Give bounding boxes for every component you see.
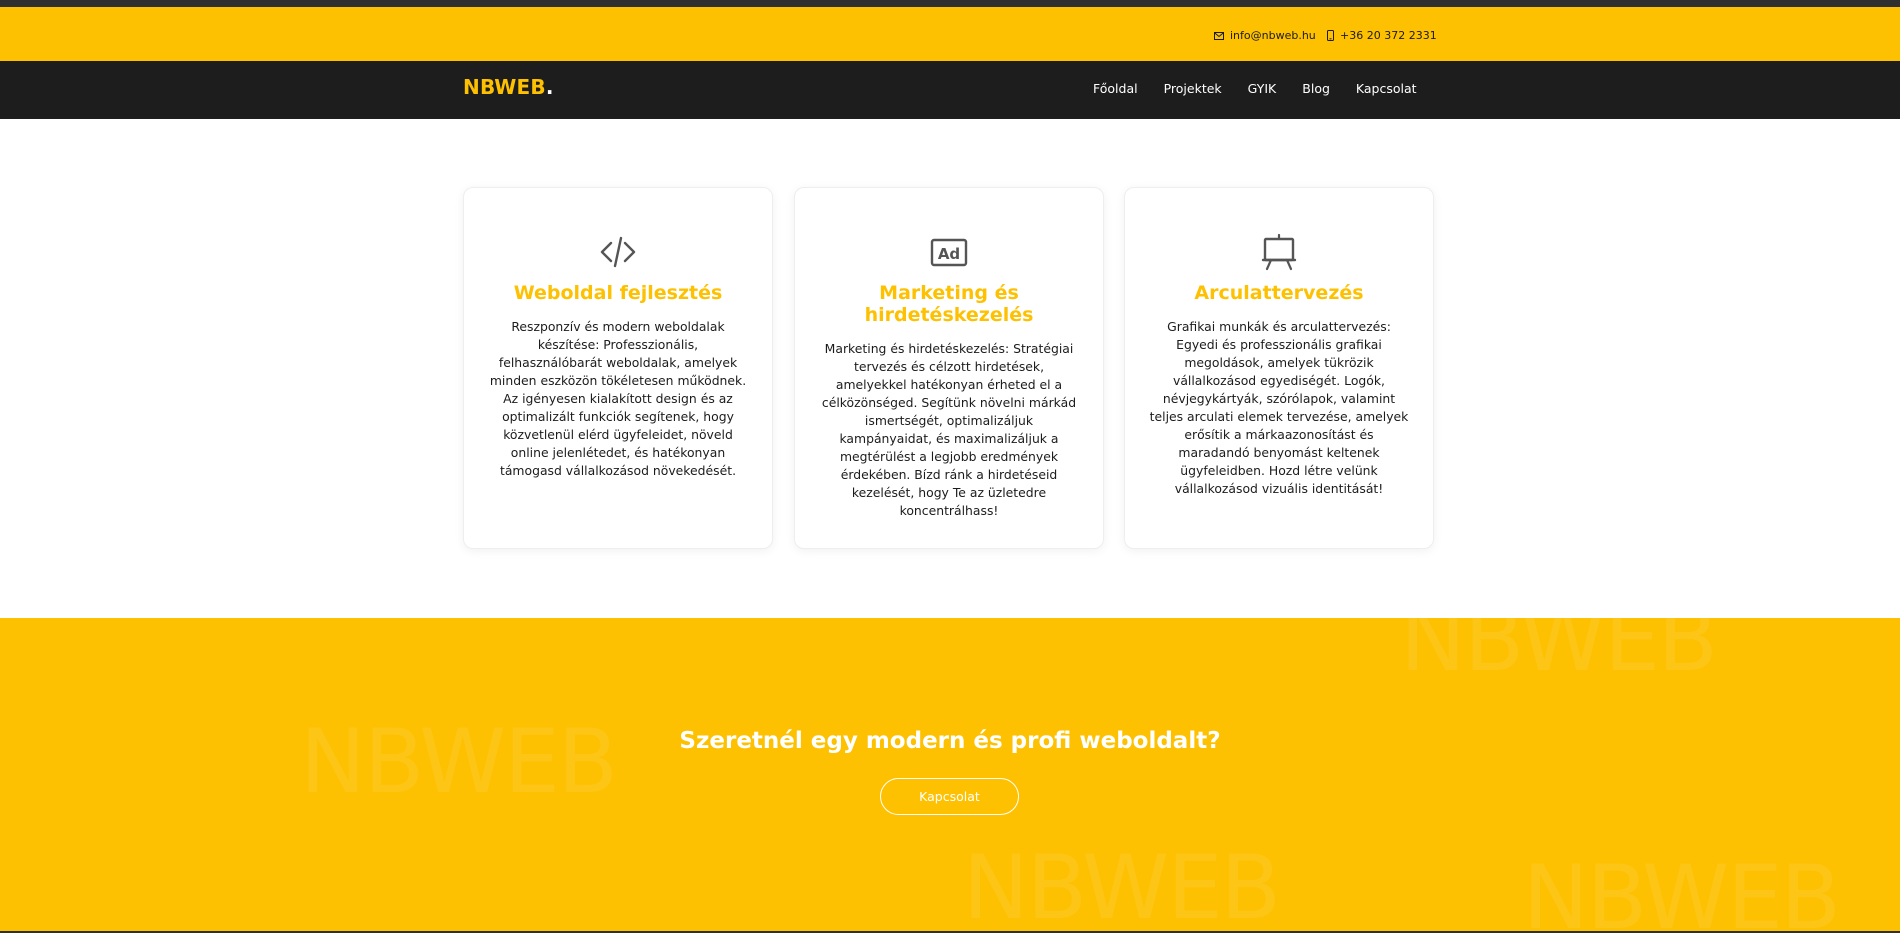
brand-dot: . <box>545 75 554 99</box>
email-contact[interactable]: info@nbweb.hu <box>1214 29 1316 42</box>
service-title: Weboldal fejlesztés <box>513 282 723 304</box>
code-icon <box>464 232 772 272</box>
mail-icon <box>1214 31 1224 40</box>
easel-icon <box>1125 232 1433 272</box>
email-text: info@nbweb.hu <box>1230 29 1316 42</box>
svg-text:Ad: Ad <box>938 245 960 263</box>
watermark: NBWEB <box>1400 618 1718 691</box>
service-card-marketing: Ad Marketing és hirdetéskezelés Marketin… <box>794 187 1104 549</box>
phone-icon <box>1327 30 1334 41</box>
phone-contact[interactable]: +36 20 372 2331 <box>1327 29 1437 42</box>
service-description: Grafikai munkák és arculattervezés: Egye… <box>1149 319 1409 496</box>
watermark: NBWEB <box>963 836 1281 933</box>
main-navbar: NBWEB. Főoldal Projektek GYIK Blog Kapcs… <box>0 61 1900 119</box>
service-description: Marketing és hirdetéskezelés: Stratégiai… <box>821 341 1077 518</box>
service-title: Marketing és hirdetéskezelés <box>864 282 1034 326</box>
service-card-web: Weboldal fejlesztés Reszponzív és modern… <box>463 187 773 549</box>
service-title: Arculattervezés <box>1194 282 1364 304</box>
phone-text: +36 20 372 2331 <box>1340 29 1437 42</box>
nav-item-faq[interactable]: GYIK <box>1248 81 1277 96</box>
brand-logo[interactable]: NBWEB. <box>463 75 554 99</box>
nav-item-contact[interactable]: Kapcsolat <box>1356 81 1417 96</box>
nav-item-blog[interactable]: Blog <box>1302 81 1330 96</box>
main-nav: Főoldal Projektek GYIK Blog Kapcsolat <box>1093 81 1417 96</box>
cta-heading: Szeretnél egy modern és profi weboldalt? <box>679 728 1221 754</box>
contact-bar: info@nbweb.hu +36 20 372 2331 <box>0 7 1900 61</box>
browser-top-strip <box>0 0 1900 7</box>
service-card-branding: Arculattervezés Grafikai munkák és arcul… <box>1124 187 1434 549</box>
brand-name: NBWEB <box>463 75 546 99</box>
service-description: Reszponzív és modern weboldalak készítés… <box>489 319 747 478</box>
ad-icon: Ad <box>795 232 1103 272</box>
cta-section: NBWEB NBWEB NBWEB NBWEB Szeretnél egy mo… <box>0 618 1900 933</box>
watermark: NBWEB <box>300 710 618 813</box>
cta-contact-button[interactable]: Kapcsolat <box>880 778 1019 815</box>
watermark: NBWEB <box>1523 846 1841 933</box>
nav-item-home[interactable]: Főoldal <box>1093 81 1138 96</box>
nav-item-projects[interactable]: Projektek <box>1164 81 1222 96</box>
